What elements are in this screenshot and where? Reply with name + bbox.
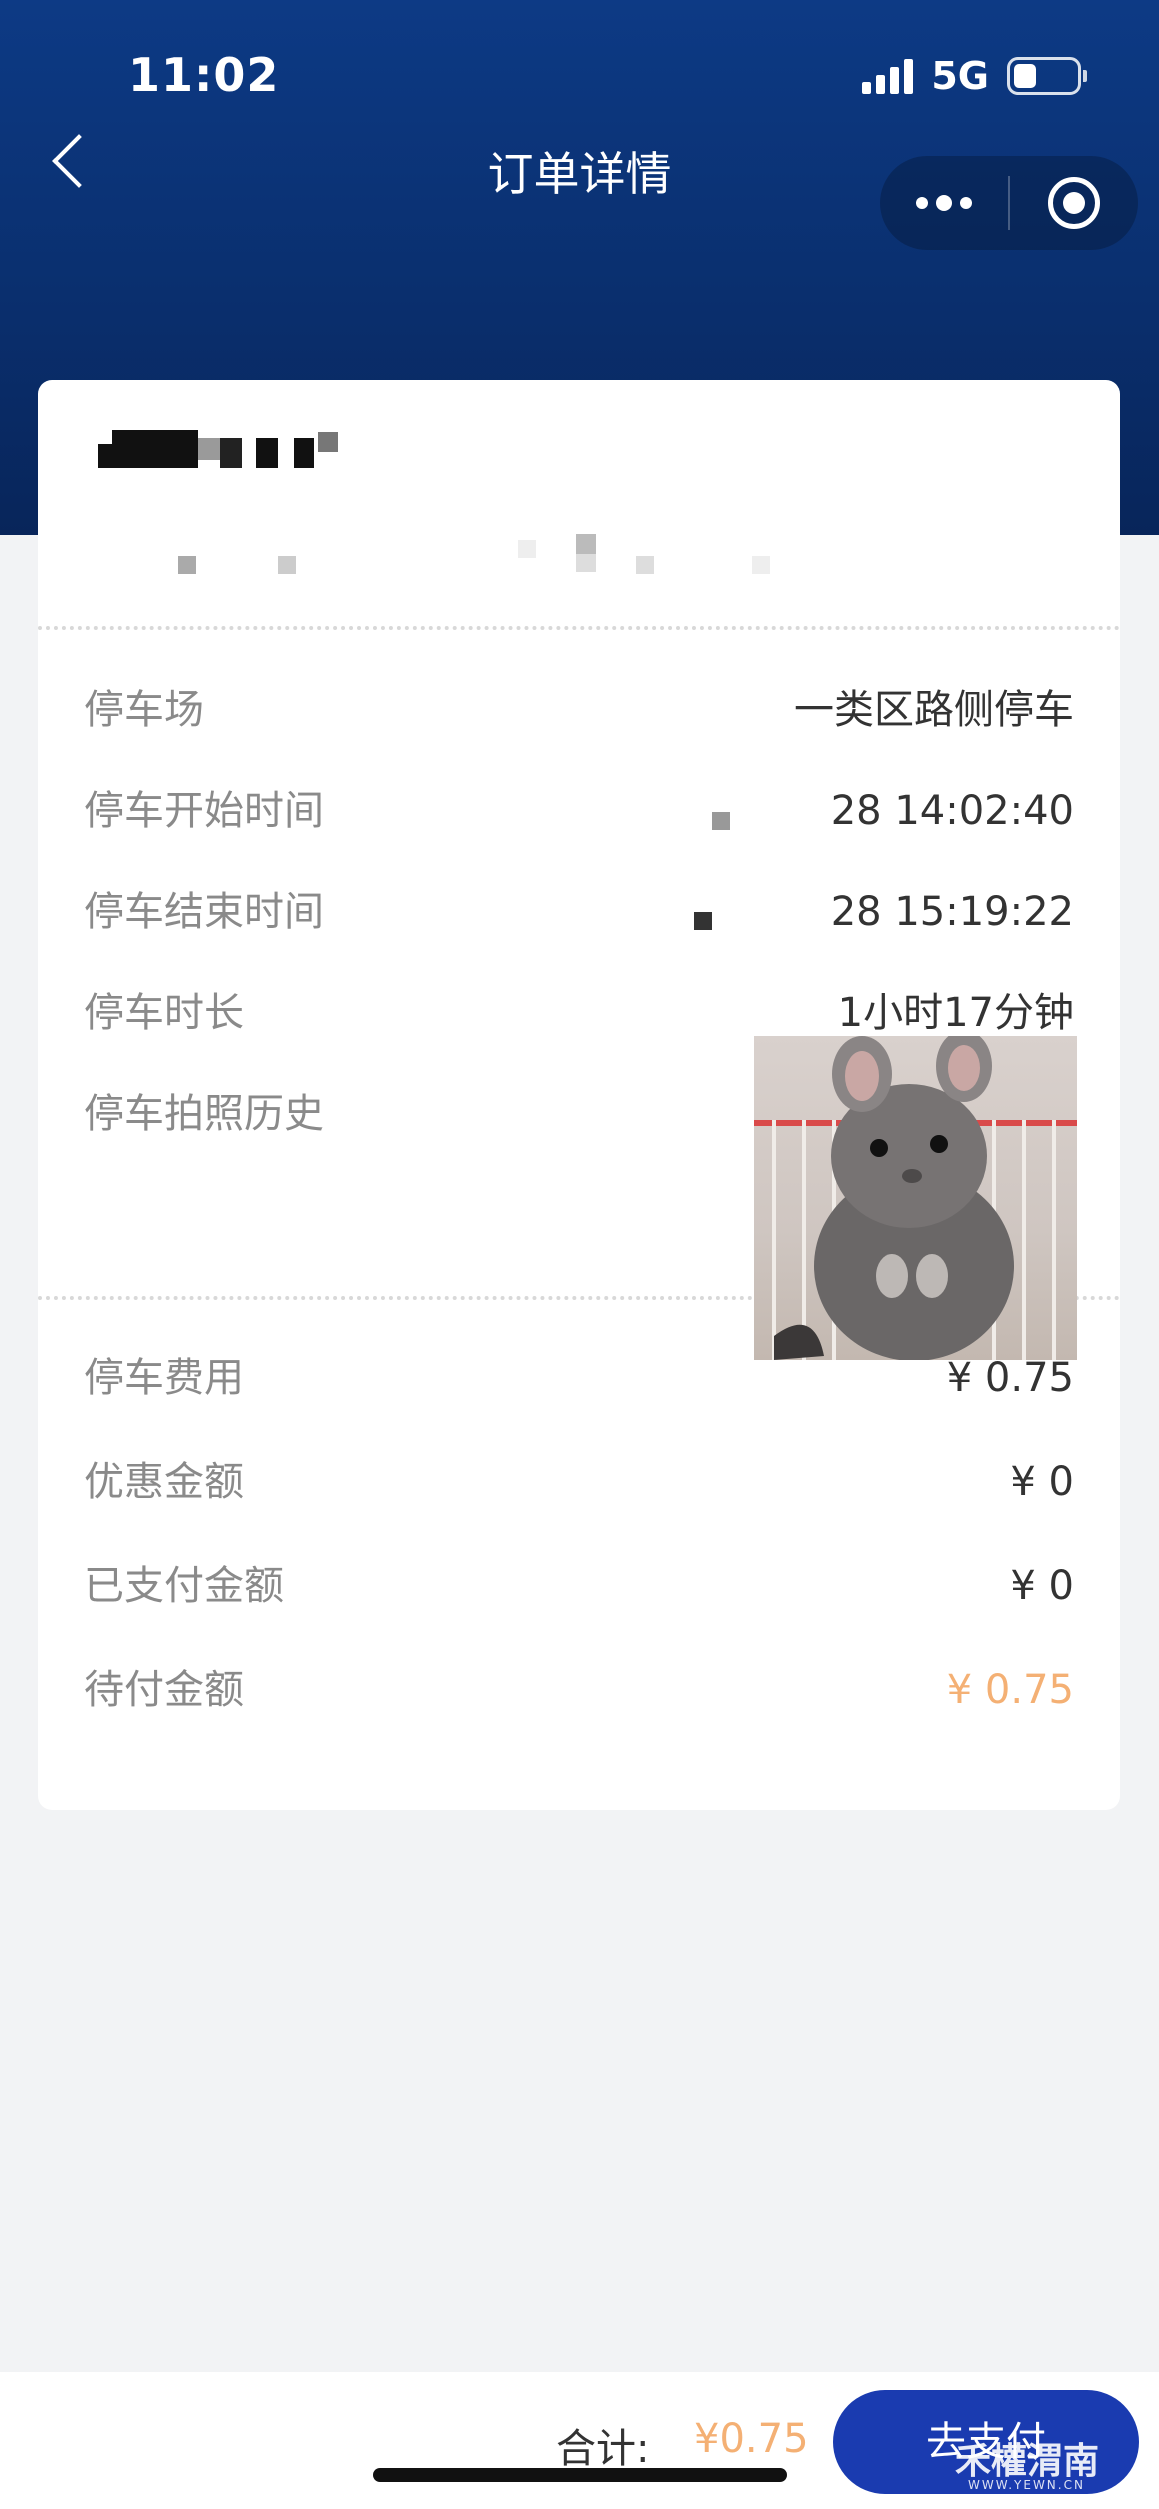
row-label: 停车场 bbox=[84, 687, 204, 733]
redaction-mosaic bbox=[712, 812, 730, 830]
row-label: 停车费用 bbox=[84, 1355, 244, 1401]
row-duration: 停车时长 1小时17分钟 bbox=[84, 983, 1074, 1043]
signal-icon bbox=[862, 58, 914, 94]
row-label: 优惠金额 bbox=[84, 1459, 244, 1505]
row-label: 待付金额 bbox=[84, 1667, 244, 1713]
row-value: 28 15:19:22 bbox=[830, 889, 1074, 935]
row-discount: 优惠金额 ¥ 0 bbox=[84, 1452, 1074, 1512]
redaction-mosaic bbox=[98, 430, 198, 468]
bottom-bar: 合计: ¥0.75 去支付 禾權渭南 WWW.YEWN.CN bbox=[0, 2372, 1159, 2509]
mini-program-capsule bbox=[880, 156, 1138, 250]
total-value: ¥0.75 bbox=[694, 2416, 809, 2462]
row-value: 一类区路侧停车 bbox=[794, 687, 1074, 733]
close-button[interactable] bbox=[1010, 156, 1138, 250]
row-value: ¥ 0.75 bbox=[946, 1667, 1074, 1713]
chinchilla-image bbox=[774, 1036, 1014, 1360]
row-value: ¥ 0 bbox=[1010, 1459, 1074, 1505]
redaction-mosaic bbox=[694, 912, 712, 930]
watermark: 禾權渭南 bbox=[955, 2441, 1100, 2482]
row-paid-amount: 已支付金额 ¥ 0 bbox=[84, 1556, 1074, 1616]
row-label: 停车时长 bbox=[84, 990, 244, 1036]
row-start-time: 停车开始时间 28 14:02:40 bbox=[84, 781, 1074, 841]
status-time: 11:02 bbox=[128, 48, 280, 102]
watermark-sub: WWW.YEWN.CN bbox=[968, 2478, 1085, 2492]
status-icons: 5G bbox=[862, 54, 1087, 98]
row-label: 停车结束时间 bbox=[84, 889, 324, 935]
more-dots-icon bbox=[916, 197, 928, 209]
row-label: 停车拍照历史 bbox=[84, 1091, 324, 1137]
total-label: 合计: bbox=[556, 2426, 650, 2472]
row-value: 28 14:02:40 bbox=[830, 788, 1074, 834]
row-label: 停车开始时间 bbox=[84, 788, 324, 834]
row-parking-lot: 停车场 一类区路侧停车 bbox=[84, 680, 1074, 740]
redacted-plate-info bbox=[38, 380, 1120, 630]
row-label: 已支付金额 bbox=[84, 1563, 284, 1609]
row-value: 1小时17分钟 bbox=[837, 990, 1074, 1036]
row-end-time: 停车结束时间 28 15:19:22 bbox=[84, 882, 1074, 942]
chinchilla-photo bbox=[754, 1036, 1077, 1360]
battery-icon bbox=[1007, 57, 1087, 95]
dotted-divider bbox=[38, 626, 1120, 630]
more-button[interactable] bbox=[880, 156, 1008, 250]
row-amount-due: 待付金额 ¥ 0.75 bbox=[84, 1660, 1074, 1720]
target-circle-icon bbox=[1048, 177, 1100, 229]
network-type: 5G bbox=[931, 54, 989, 98]
home-indicator[interactable] bbox=[373, 2468, 787, 2482]
row-value: ¥ 0 bbox=[1010, 1563, 1074, 1609]
